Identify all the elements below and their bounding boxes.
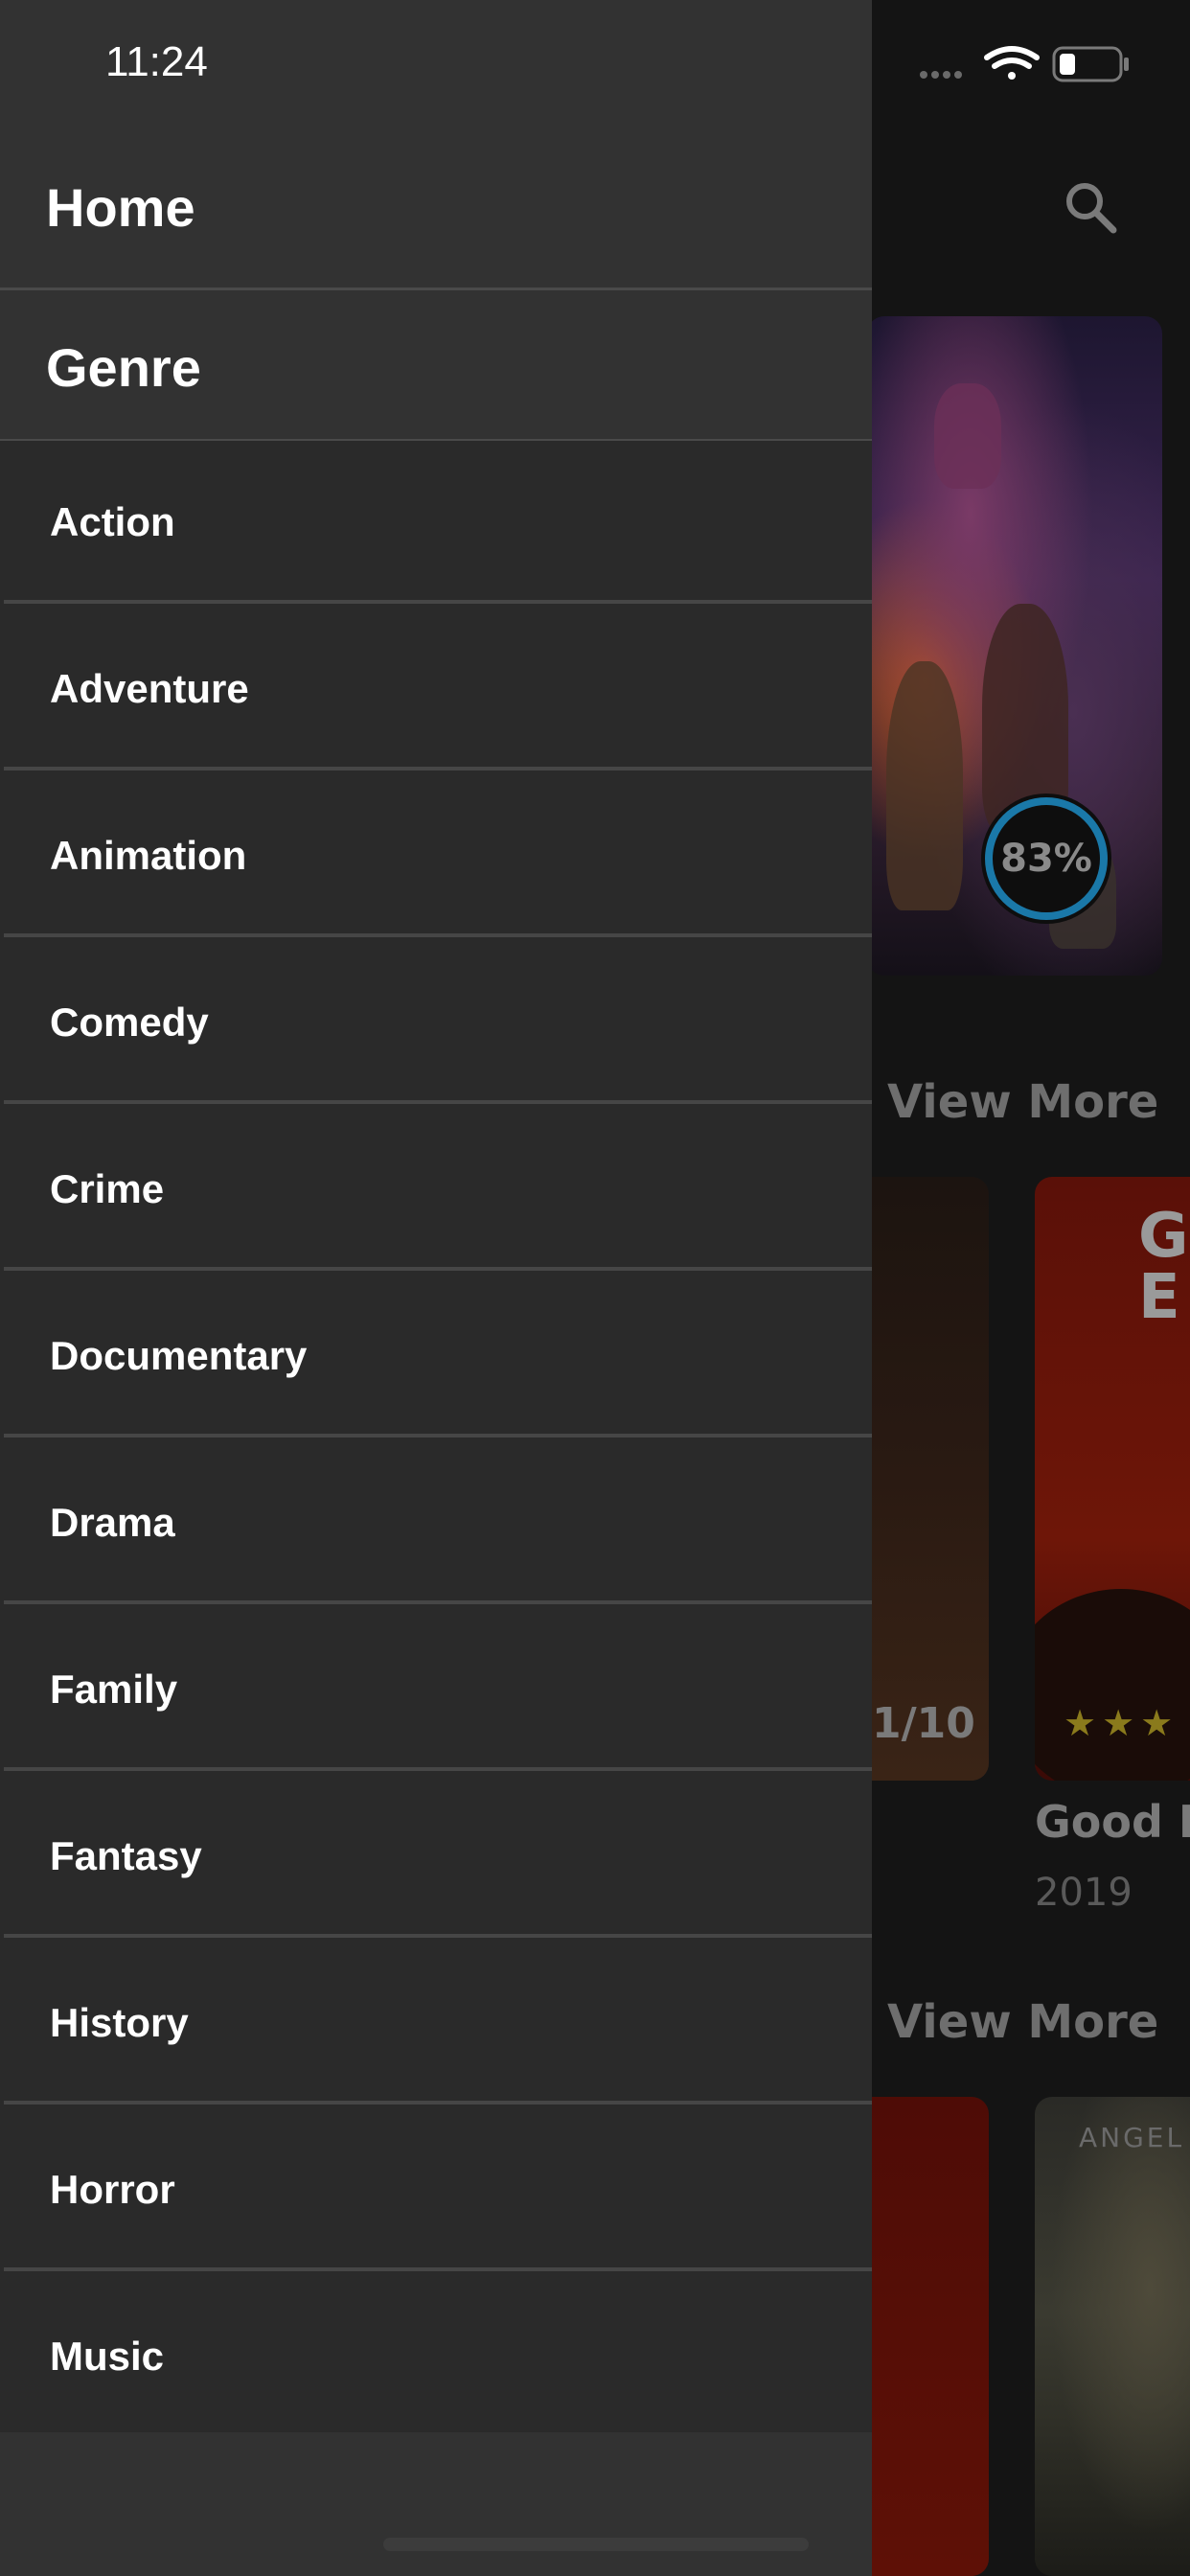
genre-label: History [50, 2000, 189, 2045]
movie-card[interactable]: ANGEL [1035, 2097, 1190, 2576]
signal-icon [920, 71, 962, 79]
genre-label: Drama [50, 1500, 175, 1545]
genre-item-history[interactable]: History [0, 1942, 872, 2104]
star-rating: ★★★ [1064, 1702, 1179, 1744]
movie-card[interactable]: GE ★★★ [1035, 1177, 1190, 1781]
navigation-drawer: Home Genre Action Adventure Animation Co… [0, 0, 872, 2576]
genre-list: Action Adventure Animation Comedy Crime … [0, 441, 872, 2432]
genre-label: Family [50, 1667, 178, 1712]
divider [4, 933, 872, 937]
movie-score: 1/10 [872, 1699, 975, 1748]
genre-label: Horror [50, 2167, 175, 2212]
genre-label: Animation [50, 833, 247, 878]
home-indicator [383, 2538, 809, 2551]
divider [4, 600, 872, 604]
view-more-link[interactable]: View More [887, 1995, 1158, 2049]
status-time: 11:24 [105, 38, 208, 85]
poster-figure [1035, 1589, 1190, 1781]
divider [4, 1934, 872, 1938]
drawer-genre-header: Genre [0, 290, 872, 439]
poster-label: ANGEL [1079, 2122, 1185, 2153]
genre-item-comedy[interactable]: Comedy [0, 941, 872, 1104]
divider [4, 1100, 872, 1104]
movie-title[interactable]: Good B [1035, 1796, 1190, 1848]
wifi-icon [984, 46, 1040, 80]
search-icon[interactable] [1062, 178, 1119, 236]
genre-label: Documentary [50, 1333, 308, 1378]
genre-item-drama[interactable]: Drama [0, 1441, 872, 1604]
divider [4, 2101, 872, 2104]
featured-rating: 83% [1000, 837, 1092, 881]
genre-item-animation[interactable]: Animation [0, 774, 872, 937]
divider [4, 1267, 872, 1271]
genre-item-action[interactable]: Action [0, 441, 872, 604]
divider [4, 1434, 872, 1438]
poster-title-letters: GE [1138, 1201, 1189, 1333]
status-icons [920, 46, 1129, 82]
view-more-link[interactable]: View More [887, 1075, 1158, 1129]
genre-item-documentary[interactable]: Documentary [0, 1275, 872, 1438]
genre-label: Adventure [50, 666, 249, 711]
drawer-item-home[interactable]: Home [0, 144, 872, 288]
genre-label: Crime [50, 1166, 165, 1211]
genre-item-music[interactable]: Music [0, 2275, 872, 2438]
divider [4, 1767, 872, 1771]
genre-label: Music [50, 2334, 165, 2379]
genre-item-family[interactable]: Family [0, 1608, 872, 1771]
genre-label: Action [50, 499, 175, 544]
genre-item-fantasy[interactable]: Fantasy [0, 1775, 872, 1938]
genre-header-label: Genre [46, 337, 201, 398]
poster-figure [886, 661, 963, 910]
battery-icon [1052, 46, 1129, 82]
genre-item-adventure[interactable]: Adventure [0, 608, 872, 770]
movie-year: 2019 [1035, 1871, 1133, 1915]
genre-label: Comedy [50, 1000, 209, 1045]
drawer-home-label: Home [46, 177, 195, 238]
divider [4, 767, 872, 770]
genre-item-horror[interactable]: Horror [0, 2108, 872, 2271]
poster-figure [934, 383, 1001, 489]
divider [4, 2267, 872, 2271]
genre-label: Fantasy [50, 1833, 202, 1878]
divider [4, 1600, 872, 1604]
genre-item-crime[interactable]: Crime [0, 1108, 872, 1271]
